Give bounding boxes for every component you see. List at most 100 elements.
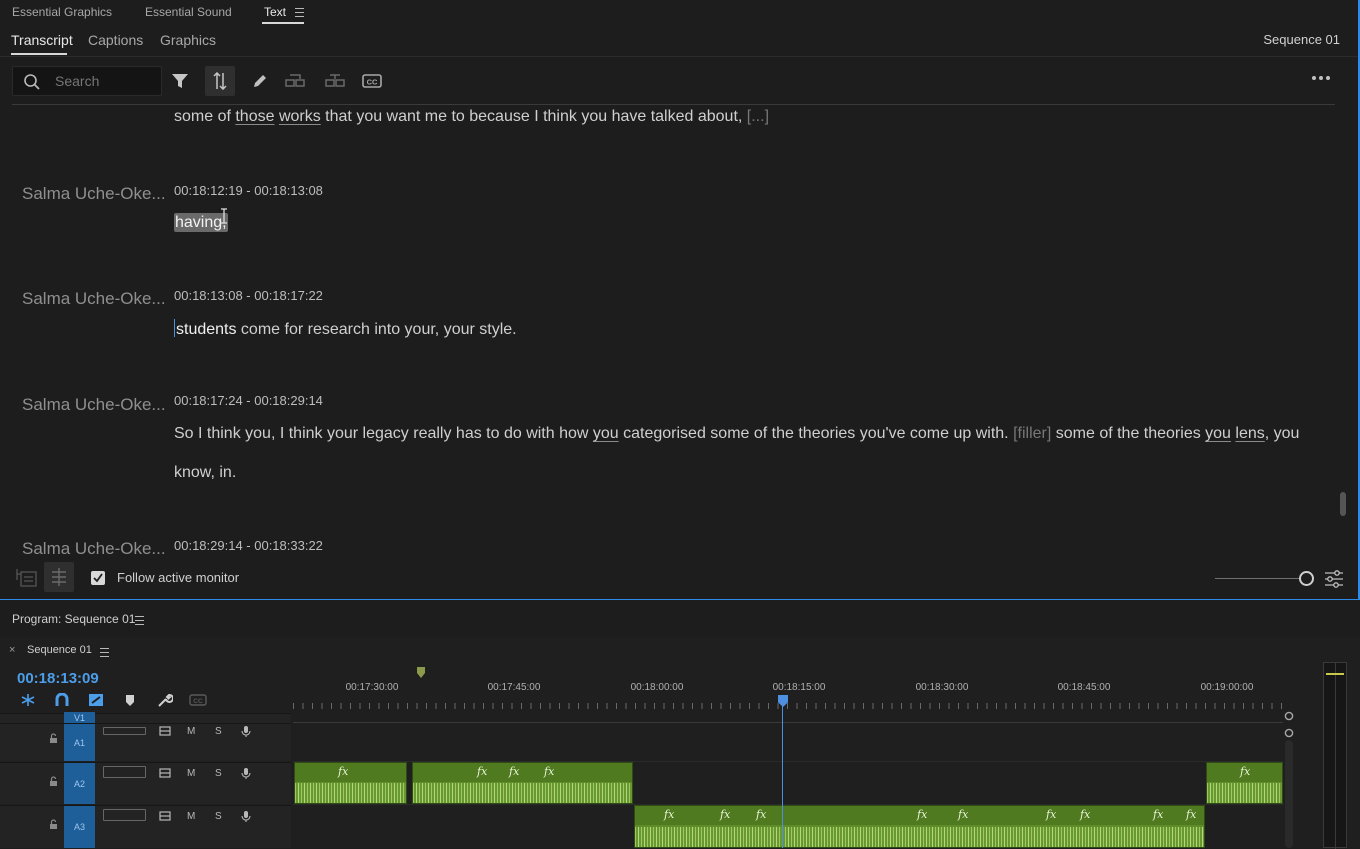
wrench-icon[interactable] [157,693,173,708]
tab-text[interactable]: Text [264,5,286,19]
mute-button[interactable]: M [187,768,195,779]
speaker-label[interactable]: Salma Uche-Oke... [22,539,166,558]
track-target-a2[interactable]: A2 [64,763,95,804]
word[interactable]: works [279,108,321,125]
transcript-scrollbar[interactable] [1340,492,1346,516]
transcript-text-line[interactable]: having, [174,208,228,232]
zoom-slider-track[interactable] [1215,578,1299,579]
linked-selection-icon[interactable] [88,693,104,707]
speaker-label[interactable]: Salma Uche-Oke... [22,184,166,204]
in-point-marker-icon[interactable] [417,667,425,679]
segment-view-button[interactable] [44,562,74,592]
create-captions-button[interactable]: CC [357,66,387,96]
track-target-a3[interactable]: A3 [64,806,95,848]
ruler-label: 00:17:30:00 [345,682,399,693]
more-options-icon[interactable] [1312,76,1330,80]
playhead-line[interactable] [782,701,783,848]
sequence-menu-icon[interactable] [100,648,109,657]
transcript-text-line[interactable]: students come for research into your, yo… [174,319,517,339]
solo-button[interactable]: S [215,768,222,779]
tab-graphics[interactable]: Graphics [160,32,216,48]
filler-marker[interactable]: [filler] [1013,425,1051,442]
tab-transcript[interactable]: Transcript [11,32,73,48]
captions-track-icon[interactable]: CC [189,694,207,706]
text-panel: Essential Graphics Essential Sound Text … [0,0,1360,600]
scroll-zoom-handle-icon[interactable] [1284,711,1294,721]
word[interactable]: you [1205,425,1231,442]
word[interactable]: some of the theories [1051,425,1205,442]
sync-lock-icon[interactable] [159,811,171,821]
edit-button[interactable] [245,66,275,96]
word[interactable]: those [235,108,274,125]
transcript-text-line[interactable]: So I think you, I think your legacy real… [174,425,1299,443]
merge-segment-button[interactable] [320,66,350,96]
microphone-icon[interactable] [241,810,251,823]
segment-timecode: 00:18:12:19 - 00:18:13:08 [174,183,323,198]
follow-monitor-checkbox[interactable] [91,571,105,585]
mute-button[interactable]: M [187,811,195,822]
sequence-tab[interactable]: Sequence 01 [27,644,92,656]
tab-essential-graphics[interactable]: Essential Graphics [12,5,112,19]
zoom-slider-handle[interactable] [1299,571,1314,586]
active-tab-indicator [262,22,304,24]
tab-captions[interactable]: Captions [88,32,143,48]
audio-clip[interactable]: fx fx fx [412,762,633,804]
word[interactable]: categorised some of the theories you've … [619,425,1013,442]
ellipsis-marker[interactable]: [...] [747,108,769,125]
word[interactable]: know, in. [174,464,236,481]
mute-button[interactable]: M [187,726,195,737]
panel-menu-icon[interactable] [295,8,304,17]
sync-lock-icon[interactable] [159,768,171,778]
close-icon[interactable]: × [9,644,15,656]
track-target-v1[interactable]: V1 [64,712,95,723]
sync-scroll-button[interactable] [205,66,235,96]
lock-icon[interactable] [49,819,58,830]
audio-clip[interactable]: fx fx fx fx fx fx fx fx fx [634,805,1205,848]
transcript-text-line[interactable]: some of those works that you want me to … [174,108,769,126]
microphone-icon[interactable] [241,767,251,780]
nest-toggle-icon[interactable] [20,693,36,707]
solo-button[interactable]: S [215,811,222,822]
timeline-vertical-scrollbar[interactable] [1285,740,1293,848]
word[interactable]: come for research into your, your style. [236,321,517,338]
lock-icon[interactable] [49,733,58,744]
tab-essential-sound[interactable]: Essential Sound [145,5,232,19]
split-segment-icon [285,74,305,87]
time-ruler[interactable] [293,697,1283,710]
word[interactable]: you [593,425,619,442]
separator [0,56,1358,57]
solo-button[interactable]: S [215,726,222,737]
program-monitor-title[interactable]: Program: Sequence 01 [12,612,135,626]
check-icon [93,573,103,583]
speaker-label[interactable]: Salma Uche-Oke... [22,395,166,415]
lock-icon[interactable] [49,776,58,787]
scroll-zoom-handle-icon[interactable] [1284,728,1294,738]
audio-meter [1323,662,1347,849]
word[interactable]: So I think you, I think your legacy real… [174,425,593,442]
search-input[interactable]: Search [12,66,162,96]
volume-slider[interactable] [103,766,146,778]
snap-magnet-icon[interactable] [54,693,70,707]
audio-clip[interactable]: fx [294,762,407,804]
sync-lock-icon[interactable] [159,726,171,736]
audio-clip[interactable]: fx [1206,762,1283,804]
word[interactable]: , you [1265,425,1300,442]
speaker-list-icon[interactable] [16,568,38,588]
settings-sliders-icon[interactable] [1324,570,1344,588]
track-target-a1[interactable]: A1 [64,724,95,761]
sync-icon [213,72,227,90]
program-menu-icon[interactable] [135,616,144,625]
word[interactable]: that you want me to because I think you … [321,108,747,125]
marker-icon[interactable] [124,694,136,707]
current-timecode[interactable]: 00:18:13:09 [17,670,99,687]
word[interactable]: students [176,321,236,338]
speaker-label[interactable]: Salma Uche-Oke... [22,289,166,309]
volume-slider[interactable] [103,727,146,735]
word[interactable]: lens [1235,425,1264,442]
word[interactable]: some of [174,108,235,125]
split-segment-button[interactable] [280,66,310,96]
microphone-icon[interactable] [241,725,251,738]
filter-button[interactable] [165,66,195,96]
volume-slider[interactable] [103,809,146,821]
transcript-text-line[interactable]: know, in. [174,464,236,482]
